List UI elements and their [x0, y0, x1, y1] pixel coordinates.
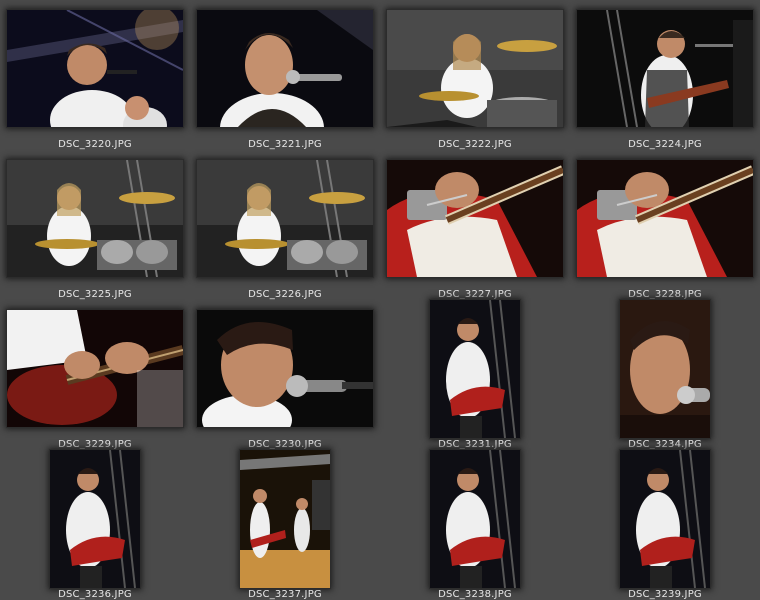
thumbnail-caption: DSC_3236.JPG	[58, 589, 132, 600]
thumbnail-item[interactable]: DSC_3228.JPG	[570, 150, 760, 300]
thumbnail-item[interactable]: DSC_3226.JPG	[190, 150, 380, 300]
thumbnail-item[interactable]: DSC_3227.JPG	[380, 150, 570, 300]
thumbnail-image[interactable]	[197, 310, 373, 427]
thumbnail-caption: DSC_3238.JPG	[438, 589, 512, 600]
thumbnail-image[interactable]	[577, 10, 753, 127]
thumbnail-image[interactable]	[7, 10, 183, 127]
thumbnail-item[interactable]: DSC_3229.JPG	[0, 300, 190, 450]
thumbnail-image[interactable]	[240, 450, 330, 588]
thumbnail-item[interactable]: DSC_3220.JPG	[0, 0, 190, 150]
thumbnail-caption: DSC_3227.JPG	[438, 289, 512, 300]
thumbnail-caption: DSC_3222.JPG	[438, 139, 512, 150]
thumbnail-item[interactable]: DSC_3238.JPG	[380, 450, 570, 600]
thumbnail-item[interactable]: DSC_3221.JPG	[190, 0, 380, 150]
thumbnail-caption: DSC_3228.JPG	[628, 289, 702, 300]
thumbnail-image[interactable]	[620, 450, 710, 588]
thumbnail-item[interactable]: DSC_3224.JPG	[570, 0, 760, 150]
thumbnail-caption: DSC_3226.JPG	[248, 289, 322, 300]
thumbnail-item[interactable]: DSC_3231.JPG	[380, 300, 570, 450]
thumbnail-image[interactable]	[197, 160, 373, 277]
thumbnail-caption: DSC_3230.JPG	[248, 439, 322, 450]
thumbnail-caption: DSC_3229.JPG	[58, 439, 132, 450]
thumbnail-caption: DSC_3237.JPG	[248, 589, 322, 600]
thumbnail-image[interactable]	[430, 450, 520, 588]
thumbnail-caption: DSC_3234.JPG	[628, 439, 702, 450]
thumbnail-image[interactable]	[620, 300, 710, 438]
thumbnail-item[interactable]: DSC_3222.JPG	[380, 0, 570, 150]
thumbnail-item[interactable]: DSC_3225.JPG	[0, 150, 190, 300]
thumbnail-item[interactable]: DSC_3234.JPG	[570, 300, 760, 450]
thumbnail-image[interactable]	[387, 10, 563, 127]
thumbnail-image[interactable]	[7, 310, 183, 427]
thumbnail-image[interactable]	[577, 160, 753, 277]
thumbnail-caption: DSC_3220.JPG	[58, 139, 132, 150]
thumbnail-caption: DSC_3224.JPG	[628, 139, 702, 150]
thumbnail-grid: DSC_3220.JPG DSC_3221.JPG DSC_3222.JPG D…	[0, 0, 760, 600]
thumbnail-item[interactable]: DSC_3230.JPG	[190, 300, 380, 450]
thumbnail-item[interactable]: DSC_3236.JPG	[0, 450, 190, 600]
thumbnail-item[interactable]: DSC_3237.JPG	[190, 450, 380, 600]
thumbnail-image[interactable]	[430, 300, 520, 438]
thumbnail-image[interactable]	[387, 160, 563, 277]
thumbnail-caption: DSC_3239.JPG	[628, 589, 702, 600]
thumbnail-caption: DSC_3221.JPG	[248, 139, 322, 150]
thumbnail-caption: DSC_3231.JPG	[438, 439, 512, 450]
thumbnail-image[interactable]	[197, 10, 373, 127]
thumbnail-caption: DSC_3225.JPG	[58, 289, 132, 300]
thumbnail-item[interactable]: DSC_3239.JPG	[570, 450, 760, 600]
thumbnail-image[interactable]	[50, 450, 140, 588]
thumbnail-image[interactable]	[7, 160, 183, 277]
